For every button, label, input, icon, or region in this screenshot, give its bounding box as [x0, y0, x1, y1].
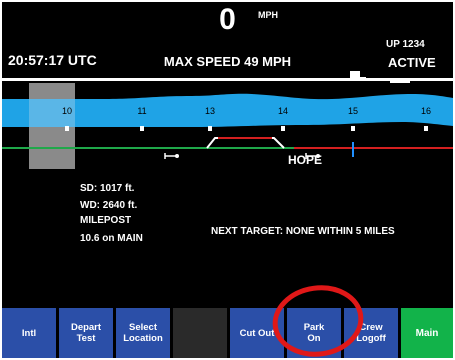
select-location-button-label: Select Location — [123, 322, 163, 344]
cut-out-button-label: Cut Out — [239, 327, 275, 339]
milepost-tick — [140, 126, 144, 131]
milepost-label: 10 — [62, 106, 72, 116]
speed-profile-step — [390, 80, 410, 83]
cut-out-button[interactable]: Cut Out — [230, 308, 284, 358]
speed-profile-step — [350, 71, 360, 80]
milepost-tick — [65, 126, 69, 131]
milepost-label: 16 — [421, 106, 431, 116]
initl-button-label: Intl — [21, 327, 37, 339]
milepost-label: 14 — [278, 106, 288, 116]
location-label: HOPE — [288, 153, 323, 167]
park-on-button-label: Park On — [303, 322, 325, 344]
softkey-bar: Intl Depart Test Select Location Cut Out P… — [2, 308, 453, 358]
milepost-tick — [424, 126, 428, 131]
milepost-tick — [208, 126, 212, 131]
main-button-label: Main — [415, 327, 439, 339]
park-on-button[interactable]: Park On — [287, 308, 341, 358]
warning-distance: WD: 2640 ft. — [80, 200, 138, 211]
crew-logoff-button[interactable]: Crew Logoff — [344, 308, 398, 358]
speed-profile-step — [360, 77, 366, 81]
milepost-tick — [351, 126, 355, 131]
select-location-button[interactable]: Select Location — [116, 308, 170, 358]
speed-profile-line — [2, 78, 453, 81]
depart-test-button-label: Depart Test — [70, 322, 102, 344]
initl-button[interactable]: Intl — [2, 308, 56, 358]
depart-test-button[interactable]: Depart Test — [59, 308, 113, 358]
ptc-display: 0 MPH 20:57:17 UTC MAX SPEED 49 MPH UP 1… — [2, 2, 453, 358]
next-target: NEXT TARGET: NONE WITHIN 5 MILES — [211, 226, 395, 237]
milepost-tick — [281, 126, 285, 131]
blank-softkey[interactable] — [173, 308, 227, 358]
milepost-label: 11 — [137, 106, 146, 116]
stop-distance: SD: 1017 ft. — [80, 183, 135, 194]
main-button[interactable]: Main — [401, 308, 453, 358]
track-diagram: 10 11 13 14 15 16 — [2, 71, 453, 169]
switch-marker — [175, 154, 179, 158]
siding-track — [206, 137, 285, 149]
milepost-heading: MILEPOST — [80, 215, 132, 226]
crew-logoff-button-label: Crew Logoff — [356, 322, 386, 344]
milepost-value: 10.6 on MAIN — [80, 233, 143, 244]
milepost-label: 15 — [348, 106, 358, 116]
milepost-label: 13 — [205, 106, 215, 116]
